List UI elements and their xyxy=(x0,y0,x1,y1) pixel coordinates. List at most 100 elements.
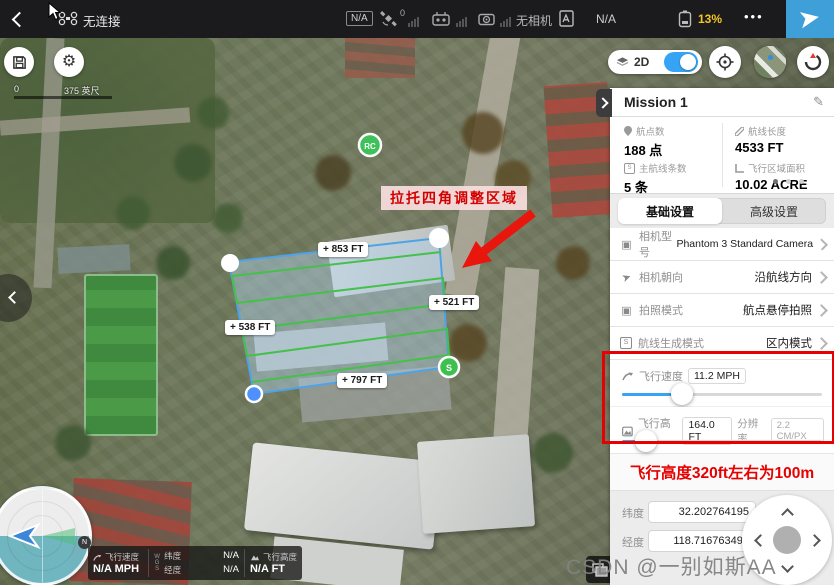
panel-header: Mission 1 ✎ xyxy=(610,88,834,117)
telemetry-coords: WGS 纬度N/A 经度N/A xyxy=(149,546,244,580)
2d-toggle-switch[interactable] xyxy=(664,52,698,72)
chevron-left-icon xyxy=(8,291,21,304)
altitude-icon xyxy=(622,426,633,437)
dpad-center[interactable] xyxy=(773,526,801,554)
gps-count: 0 xyxy=(400,8,405,18)
map-scale-start: 0 xyxy=(14,84,19,94)
setting-camera-model[interactable]: ▣ 相机型号 Phantom 3 Standard Camera xyxy=(610,228,834,261)
compass-button[interactable] xyxy=(797,46,829,78)
route-mode-icon: S xyxy=(620,337,632,349)
lon-label: 经度 xyxy=(622,534,644,550)
chevron-right-icon xyxy=(815,304,828,317)
altitude-slider[interactable] xyxy=(622,440,822,443)
telemetry-speed: 飞行速度 N/A MPH xyxy=(88,546,148,580)
gps-signal-bars xyxy=(408,17,419,27)
rc-signal-bars xyxy=(456,17,467,27)
edge-length-label-top: + 853 FT xyxy=(318,242,368,257)
speed-value-field[interactable]: 11.2 MPH xyxy=(688,368,746,384)
satellite-icon xyxy=(380,11,397,27)
map-thumbnail xyxy=(754,46,786,78)
altitude-note: 飞行高度320ft左右为100m xyxy=(610,454,834,491)
connection-status: 无连接 xyxy=(83,11,121,30)
battery-icon xyxy=(678,10,692,28)
gear-icon: ⚙ xyxy=(62,54,76,70)
back-button[interactable] xyxy=(12,12,28,28)
photo-mode-icon: ▣ xyxy=(620,304,633,317)
map-scale-end: 375 英尺 xyxy=(64,84,100,97)
mission-title: Mission 1 xyxy=(624,94,688,110)
ruler-icon xyxy=(735,127,744,136)
mission-settings-button[interactable]: ⚙ xyxy=(54,47,84,77)
setting-photo-mode[interactable]: ▣ 拍照模式 航点悬停拍照 xyxy=(610,294,834,327)
setting-camera-heading[interactable]: ➤ 相机朝向 沿航线方向 xyxy=(610,261,834,294)
chevron-right-icon xyxy=(815,337,828,350)
annotation-box: 拉托四角调整区域 xyxy=(381,186,527,210)
mission-planner-app: 0 375 英尺 S RC + 853 FT + 521 FT + 53 xyxy=(0,0,834,585)
panel-collapse-tab[interactable] xyxy=(596,89,612,117)
lat-label: 纬度 xyxy=(622,505,644,521)
more-button[interactable]: ••• xyxy=(744,9,764,24)
floppy-icon xyxy=(12,55,27,70)
camera-icon: ▣ xyxy=(620,238,633,251)
dpad-left[interactable] xyxy=(754,534,767,547)
tab-basic-settings[interactable]: 基础设置 xyxy=(618,198,722,224)
edge-length-label-bottom: + 797 FT xyxy=(337,373,387,388)
takeoff-button[interactable] xyxy=(786,0,834,38)
speed-slider[interactable] xyxy=(622,393,822,396)
status-bar: 无连接 N/A 0 无相机 N/A 13% ••• xyxy=(0,0,834,38)
stat-main-lines: S主航线条数 5 条 xyxy=(624,161,734,196)
save-mission-button[interactable] xyxy=(4,47,34,77)
chevron-right-icon xyxy=(815,271,828,284)
altitude-icon xyxy=(250,553,260,561)
settings-tabs: 基础设置 高级设置 xyxy=(610,194,834,228)
attitude-indicator[interactable] xyxy=(0,486,92,585)
route-lines-icon: S xyxy=(624,163,635,174)
mouse-cursor xyxy=(48,2,61,21)
compass-icon xyxy=(802,51,824,73)
status-na-badge: N/A xyxy=(346,11,373,26)
airplane-icon xyxy=(798,8,823,31)
crosshair-icon xyxy=(716,53,734,71)
speed-icon xyxy=(93,553,102,562)
flight-mode-value: N/A xyxy=(596,12,616,26)
altitude-slider-thumb[interactable] xyxy=(635,430,657,452)
flight-mode-icon xyxy=(558,10,575,27)
dpad-up[interactable] xyxy=(781,508,794,521)
battery-percent: 13% xyxy=(698,12,722,26)
stat-route-length: 航线长度 4533 FT xyxy=(735,124,834,155)
edge-length-label-right: + 521 FT xyxy=(429,295,479,310)
speed-setting: 飞行速度 11.2 MPH xyxy=(610,360,834,407)
locate-button[interactable] xyxy=(709,46,741,78)
page-dot[interactable] xyxy=(799,179,804,184)
camera-icon xyxy=(478,12,495,26)
edge-length-label-left: + 538 FT xyxy=(225,320,275,335)
chevron-right-icon xyxy=(816,238,828,250)
speed-slider-thumb[interactable] xyxy=(671,383,693,405)
remote-controller-icon xyxy=(432,11,450,26)
area-icon xyxy=(735,164,744,173)
heading-icon: ➤ xyxy=(618,269,635,286)
page-dot[interactable] xyxy=(786,179,791,184)
dpad-right[interactable] xyxy=(808,534,821,547)
altitude-setting: 飞行高度 164.0 FT 分辨率 2.2 CM/PX xyxy=(610,407,834,454)
2d-label: 2D xyxy=(634,55,649,69)
2d-toggle-pill[interactable]: 2D xyxy=(608,50,702,74)
latitude-field[interactable]: 32.202764195 xyxy=(648,501,756,523)
edit-mission-button[interactable]: ✎ xyxy=(813,94,824,110)
camera-signal-bars xyxy=(500,17,511,27)
speed-icon xyxy=(622,370,634,382)
watermark: CSDN @一别如斯AA xyxy=(566,551,777,581)
stat-area: 飞行区域面积 10.02 ACRE xyxy=(735,161,834,192)
drone-icon xyxy=(58,11,78,26)
page-dot[interactable] xyxy=(773,179,778,184)
setting-route-mode[interactable]: S 航线生成模式 区内模式 xyxy=(610,327,834,360)
map-type-button[interactable] xyxy=(754,46,786,78)
aircraft-heading-arrow xyxy=(8,523,42,549)
longitude-field[interactable]: 118.716763493 xyxy=(648,530,756,552)
mission-panel: Mission 1 ✎ 航点数 188 点 航线长度 4533 FT S主航线条… xyxy=(610,88,834,585)
stat-waypoints: 航点数 188 点 xyxy=(624,124,734,159)
dpad-down[interactable] xyxy=(781,560,794,573)
chevron-right-icon xyxy=(597,97,608,108)
tab-advanced-settings[interactable]: 高级设置 xyxy=(722,198,826,224)
mission-stats: 航点数 188 点 航线长度 4533 FT S主航线条数 5 条 飞行区域面积… xyxy=(610,117,834,194)
